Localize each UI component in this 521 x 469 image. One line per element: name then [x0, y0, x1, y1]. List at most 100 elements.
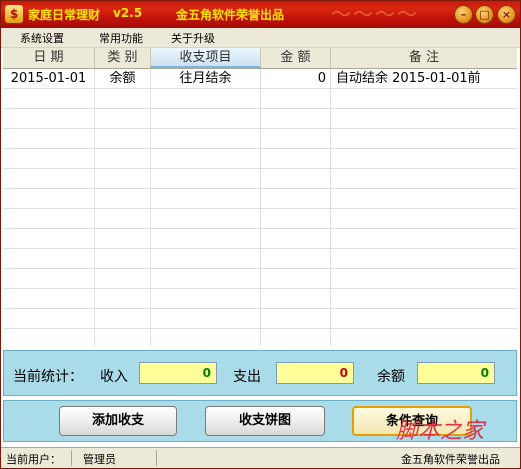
- table-cell: 往月结余: [151, 69, 261, 88]
- table-cell: [331, 129, 517, 148]
- table-row[interactable]: [3, 109, 517, 129]
- table-row[interactable]: [3, 149, 517, 169]
- table-row[interactable]: [3, 169, 517, 189]
- minimize-icon[interactable]: –: [454, 5, 473, 24]
- table-cell: [95, 209, 151, 228]
- table-row[interactable]: [3, 89, 517, 109]
- table-cell: [151, 329, 261, 346]
- table-row[interactable]: 2015-01-01 余额 往月结余 0 自动结余 2015-01-01前: [3, 69, 517, 89]
- table-cell: [261, 329, 331, 346]
- table-cell: [95, 289, 151, 308]
- stats-panel: 当前统计： 收入 0 支出 0 余额 0: [3, 350, 517, 396]
- table-cell: [95, 249, 151, 268]
- table-cell: [331, 229, 517, 248]
- table-cell: [331, 329, 517, 346]
- table-cell: [151, 89, 261, 108]
- pie-chart-button[interactable]: 收支饼图: [205, 406, 325, 436]
- table-cell: [261, 289, 331, 308]
- table-row[interactable]: [3, 249, 517, 269]
- table-cell: [261, 129, 331, 148]
- window-version: v2.5: [113, 6, 143, 20]
- table-cell: [261, 189, 331, 208]
- table-cell: [95, 129, 151, 148]
- table-row[interactable]: [3, 229, 517, 249]
- menu-bar: 系统设置 常用功能 关于升级: [1, 28, 520, 48]
- table-cell: [151, 149, 261, 168]
- table-cell: [261, 229, 331, 248]
- table-row[interactable]: [3, 209, 517, 229]
- income-label: 收入: [100, 369, 128, 385]
- table-cell: [151, 309, 261, 328]
- menu-system-settings[interactable]: 系统设置: [20, 30, 64, 46]
- table-header: 日 期 类 别 收支项目 金 额 备 注: [3, 48, 517, 69]
- table-row[interactable]: [3, 189, 517, 209]
- table-cell: [3, 229, 95, 248]
- table-cell: [95, 329, 151, 346]
- table-cell: [261, 269, 331, 288]
- status-slogan: 金五角软件荣誉出品: [401, 453, 500, 466]
- table-row[interactable]: [3, 269, 517, 289]
- table-cell: [95, 169, 151, 188]
- status-separator: [71, 450, 72, 466]
- window-slogan: 金五角软件荣誉出品: [176, 8, 285, 22]
- table-cell: [3, 169, 95, 188]
- table-cell: [331, 309, 517, 328]
- table-cell: [151, 169, 261, 188]
- add-record-button[interactable]: 添加收支: [59, 406, 177, 436]
- close-icon[interactable]: ×: [497, 5, 516, 24]
- expense-label: 支出: [233, 369, 261, 385]
- table-cell: [3, 129, 95, 148]
- title-bar[interactable]: 〜〜〜〜 $ 家庭日常理财 v2.5 金五角软件荣誉出品 – □ ×: [1, 1, 520, 28]
- status-separator: [156, 450, 157, 466]
- app-icon: $: [5, 5, 23, 23]
- table-cell: [3, 309, 95, 328]
- main-window: 〜〜〜〜 $ 家庭日常理财 v2.5 金五角软件荣誉出品 – □ × 系统设置 …: [0, 0, 521, 469]
- title-decoration: 〜〜〜〜: [331, 2, 419, 26]
- menu-common-functions[interactable]: 常用功能: [99, 30, 143, 46]
- status-bar: 当前用户： 管理员 金五角软件荣誉出品: [1, 447, 520, 468]
- table-cell: [151, 249, 261, 268]
- watermark-logo: 脚本之家: [396, 419, 485, 444]
- stats-title: 当前统计：: [13, 369, 83, 385]
- table-cell: [261, 169, 331, 188]
- table-cell: [261, 209, 331, 228]
- table-cell: [3, 329, 95, 346]
- table-row[interactable]: [3, 289, 517, 309]
- table-cell: [95, 229, 151, 248]
- table-cell: [151, 229, 261, 248]
- table-cell: [331, 289, 517, 308]
- table-row[interactable]: [3, 129, 517, 149]
- header-amount[interactable]: 金 额: [261, 48, 331, 68]
- table-cell: [3, 249, 95, 268]
- menu-about-upgrade[interactable]: 关于升级: [171, 30, 215, 46]
- expense-value: 0: [276, 362, 354, 384]
- maximize-icon[interactable]: □: [475, 5, 494, 24]
- table-cell: [3, 289, 95, 308]
- table-cell: [261, 89, 331, 108]
- table-cell: [151, 129, 261, 148]
- window-title: 家庭日常理财: [28, 8, 101, 22]
- table-cell: [3, 189, 95, 208]
- header-note[interactable]: 备 注: [331, 48, 517, 68]
- table-cell: [331, 249, 517, 268]
- table-cell: [151, 109, 261, 128]
- table-cell: [151, 289, 261, 308]
- current-user-label: 当前用户：: [6, 453, 61, 466]
- table-cell: 余额: [95, 69, 151, 88]
- table-cell: [151, 209, 261, 228]
- table-row[interactable]: [3, 329, 517, 346]
- table-row[interactable]: [3, 309, 517, 329]
- table-cell: [261, 149, 331, 168]
- table-cell: [95, 149, 151, 168]
- table-cell: 2015-01-01: [3, 69, 95, 88]
- balance-label: 余额: [377, 369, 405, 385]
- records-table[interactable]: 日 期 类 别 收支项目 金 额 备 注 2015-01-01 余额 往月结余 0 自动…: [3, 48, 517, 346]
- header-date[interactable]: 日 期: [3, 48, 95, 68]
- table-cell: [3, 149, 95, 168]
- table-cell: [95, 309, 151, 328]
- table-cell: [331, 149, 517, 168]
- header-item[interactable]: 收支项目: [151, 48, 261, 68]
- table-cell: [151, 269, 261, 288]
- table-cell: [151, 189, 261, 208]
- header-category[interactable]: 类 别: [95, 48, 151, 68]
